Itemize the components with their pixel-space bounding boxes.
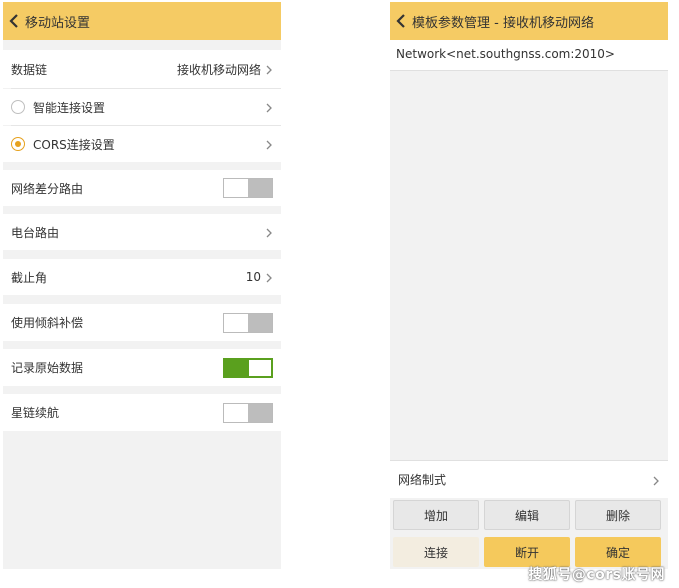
star-chain-label: 星链续航: [11, 406, 60, 420]
add-button[interactable]: 增加: [393, 500, 479, 530]
watermark-text: 搜狐号@cors账号网: [528, 567, 665, 583]
network-entry-text: Network<net.southgnss.com:2010>: [396, 47, 615, 61]
data-link-label: 数据链: [11, 62, 48, 77]
chevron-right-icon: [652, 475, 660, 485]
record-raw-label: 记录原始数据: [11, 361, 84, 375]
page-title: 模板参数管理 - 接收机移动网络: [412, 15, 594, 31]
tilt-compensation-toggle[interactable]: [223, 312, 273, 333]
cors-connect-row[interactable]: CORS连接设置: [3, 126, 281, 162]
cors-connect-label: CORS连接设置: [33, 137, 115, 152]
smart-connect-label: 智能连接设置: [33, 100, 106, 115]
right-title-bar: 模板参数管理 - 接收机移动网络: [390, 2, 668, 40]
disconnect-button[interactable]: 断开: [484, 537, 570, 567]
network-entry-item[interactable]: Network<net.southgnss.com:2010>: [390, 40, 668, 71]
delete-button[interactable]: 删除: [575, 500, 661, 530]
mobile-station-settings-panel: 移动站设置 数据链 接收机移动网络 智能连接设置 CORS连接设置 网络差分路由…: [3, 2, 281, 569]
template-list-area: [390, 72, 668, 460]
chevron-right-icon: [265, 64, 273, 75]
cors-connect-radio-selected[interactable]: [11, 137, 25, 151]
network-diff-route-row: 网络差分路由: [3, 170, 281, 206]
star-chain-toggle[interactable]: [223, 402, 273, 423]
edit-button[interactable]: 编辑: [484, 500, 570, 530]
cutoff-angle-value: 10: [245, 270, 261, 284]
connect-button[interactable]: 连接: [393, 537, 479, 567]
cutoff-angle-label: 截止角: [11, 270, 48, 285]
back-arrow-icon[interactable]: [394, 14, 408, 28]
star-chain-row: 星链续航: [3, 394, 281, 431]
template-params-panel: 模板参数管理 - 接收机移动网络 Network<net.southgnss.c…: [390, 2, 668, 569]
network-mode-row[interactable]: 网络制式: [390, 460, 668, 498]
chevron-right-icon: [265, 227, 273, 238]
network-diff-route-label: 网络差分路由: [11, 181, 84, 196]
cutoff-angle-row[interactable]: 截止角 10: [3, 259, 281, 295]
page-title: 移动站设置: [25, 15, 91, 31]
chevron-right-icon: [265, 272, 273, 283]
radio-route-row[interactable]: 电台路由: [3, 214, 281, 250]
data-link-value: 接收机移动网络: [176, 62, 261, 77]
data-link-row[interactable]: 数据链 接收机移动网络: [3, 50, 281, 88]
network-mode-label: 网络制式: [398, 473, 447, 487]
chevron-right-icon: [265, 102, 273, 113]
back-arrow-icon[interactable]: [7, 14, 21, 28]
network-diff-route-toggle[interactable]: [223, 178, 273, 198]
left-title-bar: 移动站设置: [3, 2, 281, 40]
confirm-button[interactable]: 确定: [575, 537, 661, 567]
record-raw-toggle[interactable]: [223, 357, 273, 378]
smart-connect-radio[interactable]: [11, 100, 25, 114]
tilt-compensation-row: 使用倾斜补偿: [3, 304, 281, 341]
radio-route-label: 电台路由: [11, 225, 60, 240]
chevron-right-icon: [265, 139, 273, 150]
tilt-compensation-label: 使用倾斜补偿: [11, 316, 84, 330]
smart-connect-row[interactable]: 智能连接设置: [3, 89, 281, 125]
record-raw-row: 记录原始数据: [3, 349, 281, 386]
